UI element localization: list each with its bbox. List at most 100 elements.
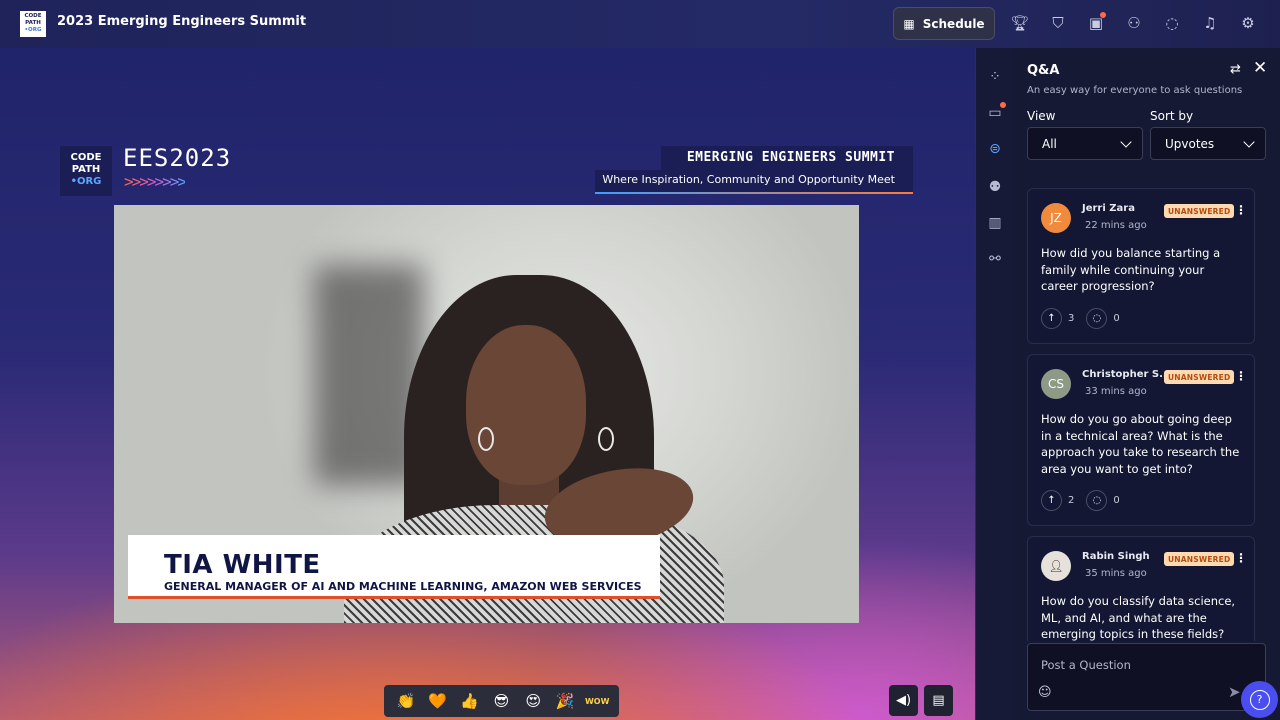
speaker-name: TIA WHITE (164, 550, 321, 580)
thumbs-up-reaction[interactable]: 👍 (458, 692, 482, 710)
stage-logo-line-2: PATH (71, 164, 101, 175)
banner-underline (595, 192, 913, 194)
schedule-button-label: Schedule (922, 16, 985, 31)
event-logo-text: EES2023 (123, 144, 232, 172)
earring (478, 427, 494, 451)
summit-banner: EMERGING ENGINEERS SUMMIT Where Inspirat… (595, 146, 913, 194)
clipboard-icon: ▤ (932, 693, 945, 708)
people-icon[interactable]: ⚇ (1124, 12, 1144, 34)
clipboard-button[interactable]: ▤ (924, 685, 953, 716)
view-select[interactable]: All (1027, 127, 1143, 160)
top-icon-group: 🏆︎ ⛉ ▣ ⚇ ◌ ♫ ⚙ (1010, 12, 1258, 34)
reply-count: 0 (1113, 495, 1120, 506)
qa-title: Q&A (1027, 63, 1060, 78)
upvote-count: 2 (1068, 495, 1075, 506)
speaker-icon: ◀) (895, 693, 912, 708)
question-actions: ↑ 2 ◌ 0 (1041, 490, 1120, 511)
asker-name: Christopher S... (1082, 369, 1171, 380)
heart-reaction[interactable]: 🧡 (426, 692, 450, 710)
sort-label: Sort by (1150, 109, 1194, 123)
logo-line-3: •ORG (24, 27, 42, 33)
more-options-icon[interactable]: ⋮ (1235, 551, 1247, 565)
question-text: How did you balance starting a family wh… (1041, 246, 1221, 294)
question-list[interactable]: JZ Jerri Zara 22 mins ago UNANSWERED ⋮ H… (1027, 188, 1267, 641)
reaction-bar: 👏 🧡 👍 😎 😍 🎉 WOW (384, 685, 619, 717)
asker-name: Jerri Zara (1082, 203, 1135, 214)
reply-icon[interactable]: ◌ (1086, 490, 1108, 511)
trophy-icon[interactable]: 🏆︎ (1010, 12, 1030, 34)
more-options-icon[interactable]: ⋮ (1235, 369, 1247, 383)
notification-dot (1100, 12, 1106, 18)
apps-icon[interactable]: ⁘ (985, 67, 1005, 87)
stage-codepath-logo: CODE PATH •ORG (60, 146, 112, 196)
speaker-face (466, 325, 586, 485)
sort-select[interactable]: Upvotes (1150, 127, 1266, 160)
notification-dot (1000, 102, 1006, 108)
top-bar: CODE PATH •ORG 2023 Emerging Engineers S… (0, 0, 1280, 48)
question-text: How do you go about going deep in a tech… (1041, 412, 1240, 477)
banner-tagline: Where Inspiration, Community and Opportu… (595, 170, 913, 192)
more-options-icon[interactable]: ⋮ (1235, 203, 1247, 217)
post-question-box[interactable]: Post a Question ☺ ➤ (1027, 643, 1266, 711)
avatar: JZ (1041, 203, 1071, 233)
question-card[interactable]: 👤︎ Rabin Singh 35 mins ago UNANSWERED ⋮ … (1027, 536, 1255, 641)
chat-rooms-icon[interactable]: ▭ (985, 102, 1006, 123)
party-reaction[interactable]: 🎉 (553, 692, 577, 710)
qa-panel: Q&A An easy way for everyone to ask ques… (1013, 48, 1280, 720)
event-title: 2023 Emerging Engineers Summit (57, 14, 307, 29)
question-actions: ↑ 3 ◌ 0 (1041, 308, 1120, 329)
upvote-icon[interactable]: ↑ (1041, 308, 1062, 329)
handshake-icon[interactable]: ⚯ (985, 249, 1005, 269)
speaker-role: GENERAL MANAGER OF AI AND MACHINE LEARNI… (164, 580, 642, 593)
calendar-icon: ▦ (903, 16, 915, 31)
badge-id-icon[interactable]: ▣ (1086, 12, 1106, 34)
stage-logo-line-1: CODE (70, 152, 102, 163)
love-reaction[interactable]: 😍 (521, 692, 545, 710)
chevron-down-icon (1120, 135, 1132, 148)
post-question-input[interactable]: Post a Question (1041, 658, 1131, 672)
view-select-value: All (1042, 136, 1057, 151)
banner-title: EMERGING ENGINEERS SUMMIT (661, 146, 913, 170)
volume-button[interactable]: ◀) (889, 685, 918, 716)
sort-select-value: Upvotes (1165, 136, 1215, 151)
logo-line-1: CODE (24, 13, 42, 19)
side-rail: ⁘ ▭ ⊜ ⚉ ▥ ⚯ (975, 48, 1013, 720)
people-group-icon[interactable]: ⚉ (985, 177, 1005, 197)
status-badge: UNANSWERED (1164, 204, 1235, 218)
close-icon[interactable]: ✕ (1253, 58, 1267, 78)
chat-bubble-icon[interactable]: ◌ (1162, 12, 1182, 34)
question-card[interactable]: CS Christopher S... 33 mins ago UNANSWER… (1027, 354, 1255, 526)
question-time: 35 mins ago (1085, 568, 1147, 579)
earring (598, 427, 614, 451)
help-button[interactable]: ? (1241, 681, 1278, 718)
gear-icon[interactable]: ⚙ (1238, 12, 1258, 34)
filter-sliders-icon[interactable]: ⇄ (1230, 62, 1241, 77)
poll-chart-icon[interactable]: ▥ (985, 213, 1005, 233)
avatar: 👤︎ (1041, 551, 1071, 581)
stage-area: CODE PATH •ORG EES2023 >>>>>>>> EMERGING… (0, 48, 975, 720)
upvote-icon[interactable]: ↑ (1041, 490, 1062, 511)
bell-icon[interactable]: ♫ (1200, 12, 1220, 34)
send-icon[interactable]: ➤ (1228, 683, 1241, 701)
stage-logo-line-3: •ORG (70, 176, 102, 187)
event-arrows: >>>>>>>> (124, 172, 187, 191)
reply-icon[interactable]: ◌ (1086, 308, 1108, 329)
qa-icon[interactable]: ⊜ (985, 139, 1005, 159)
upvote-count: 3 (1068, 313, 1075, 324)
chevron-down-icon (1243, 135, 1255, 148)
emoji-icon[interactable]: ☺ (1038, 685, 1052, 700)
codepath-logo[interactable]: CODE PATH •ORG (20, 11, 46, 37)
wow-reaction[interactable]: WOW (585, 697, 609, 706)
cool-reaction[interactable]: 😎 (489, 692, 513, 710)
question-card[interactable]: JZ Jerri Zara 22 mins ago UNANSWERED ⋮ H… (1027, 188, 1255, 344)
avatar: CS (1041, 369, 1071, 399)
reply-count: 0 (1113, 313, 1120, 324)
logo-line-2: PATH (25, 20, 41, 26)
schedule-button[interactable]: ▦ Schedule (893, 7, 995, 40)
clap-reaction[interactable]: 👏 (394, 692, 418, 710)
asker-name: Rabin Singh (1082, 551, 1150, 562)
shield-icon[interactable]: ⛉ (1048, 12, 1068, 34)
status-badge: UNANSWERED (1164, 552, 1235, 566)
question-time: 22 mins ago (1085, 220, 1147, 231)
speaker-lower-third: TIA WHITE GENERAL MANAGER OF AI AND MACH… (128, 535, 660, 599)
